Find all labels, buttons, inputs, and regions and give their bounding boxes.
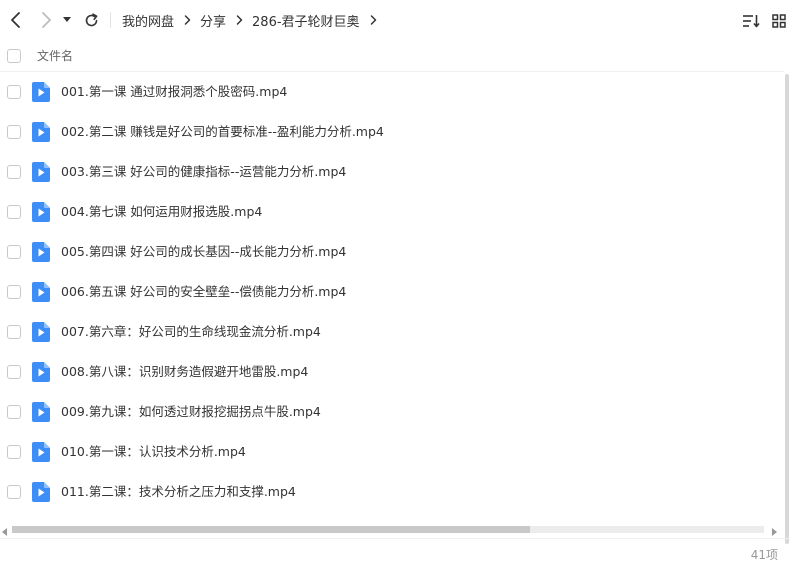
refresh-button[interactable]	[81, 10, 101, 30]
breadcrumb-expand-icon[interactable]	[370, 15, 377, 25]
file-name[interactable]: 011.第二课：技术分析之压力和支撑.mp4	[61, 472, 296, 512]
chevron-left-icon	[11, 12, 20, 28]
video-file-icon	[32, 322, 50, 342]
file-row[interactable]: 003.第三课 好公司的健康指标--运营能力分析.mp4	[0, 152, 784, 192]
video-file-icon	[32, 282, 50, 302]
file-name[interactable]: 008.第八课：识别财务造假避开地雷股.mp4	[61, 352, 308, 392]
horizontal-scrollbar[interactable]	[0, 522, 784, 536]
chevron-right-icon	[42, 12, 51, 28]
file-checkbox[interactable]	[7, 165, 21, 179]
file-checkbox[interactable]	[7, 205, 21, 219]
file-row[interactable]: 010.第一课：认识技术分析.mp4	[0, 432, 784, 472]
file-name[interactable]: 006.第五课 好公司的安全壁垒--偿债能力分析.mp4	[61, 272, 346, 312]
breadcrumb-item-current[interactable]: 286-君子轮财巨奥	[252, 11, 360, 30]
toolbar: 我的网盘 分享 286-君子轮财巨奥	[0, 0, 790, 40]
item-count: 41项	[750, 548, 778, 562]
grid-view-icon	[772, 14, 786, 28]
scroll-right-arrow-icon[interactable]	[770, 525, 778, 536]
video-file-icon	[32, 242, 50, 262]
file-checkbox[interactable]	[7, 325, 21, 339]
file-row[interactable]: 011.第二课：技术分析之压力和支撑.mp4	[0, 472, 784, 512]
video-file-icon	[32, 162, 50, 182]
file-checkbox[interactable]	[7, 365, 21, 379]
history-dropdown-button[interactable]	[60, 10, 74, 30]
video-file-icon	[32, 362, 50, 382]
sort-list-icon	[743, 15, 760, 28]
vertical-scrollbar-thumb[interactable]	[785, 74, 789, 544]
file-checkbox[interactable]	[7, 85, 21, 99]
status-bar: 41项	[0, 538, 790, 566]
file-checkbox[interactable]	[7, 125, 21, 139]
horizontal-scrollbar-track[interactable]	[12, 526, 764, 533]
file-name[interactable]: 001.第一课 通过财报洞悉个股密码.mp4	[61, 72, 287, 112]
file-row[interactable]: 002.第二课 赚钱是好公司的首要标准--盈利能力分析.mp4	[0, 112, 784, 152]
file-name[interactable]: 009.第九课：如何透过财报挖掘拐点牛股.mp4	[61, 392, 321, 432]
file-row[interactable]: 009.第九课：如何透过财报挖掘拐点牛股.mp4	[0, 392, 784, 432]
file-checkbox[interactable]	[7, 245, 21, 259]
file-row[interactable]: 005.第四课 好公司的成长基因--成长能力分析.mp4	[0, 232, 784, 272]
file-name[interactable]: 010.第一课：认识技术分析.mp4	[61, 432, 246, 472]
caret-down-icon	[63, 17, 71, 22]
file-row[interactable]: 008.第八课：识别财务造假避开地雷股.mp4	[0, 352, 784, 392]
toolbar-divider	[110, 12, 111, 28]
breadcrumb-separator-icon	[236, 15, 243, 25]
column-header-name[interactable]: 文件名	[37, 40, 73, 72]
breadcrumb-item-root[interactable]: 我的网盘	[122, 11, 174, 30]
file-row[interactable]: 001.第一课 通过财报洞悉个股密码.mp4	[0, 72, 784, 112]
file-name[interactable]: 005.第四课 好公司的成长基因--成长能力分析.mp4	[61, 232, 346, 272]
file-checkbox[interactable]	[7, 485, 21, 499]
breadcrumb: 我的网盘 分享 286-君子轮财巨奥	[122, 0, 386, 40]
video-file-icon	[32, 482, 50, 502]
file-checkbox[interactable]	[7, 405, 21, 419]
breadcrumb-item-share[interactable]: 分享	[200, 11, 226, 30]
file-checkbox[interactable]	[7, 445, 21, 459]
file-name[interactable]: 004.第七课 如何运用财报选股.mp4	[61, 192, 262, 232]
file-name[interactable]: 002.第二课 赚钱是好公司的首要标准--盈利能力分析.mp4	[61, 112, 384, 152]
vertical-scrollbar[interactable]	[784, 40, 790, 544]
horizontal-scrollbar-thumb[interactable]	[12, 526, 530, 533]
forward-button[interactable]	[36, 10, 56, 30]
sort-button[interactable]	[742, 12, 760, 30]
video-file-icon	[32, 82, 50, 102]
refresh-icon	[85, 12, 97, 26]
file-name[interactable]: 007.第六章：好公司的生命线现金流分析.mp4	[61, 312, 321, 352]
file-row[interactable]: 004.第七课 如何运用财报选股.mp4	[0, 192, 784, 232]
file-list: 001.第一课 通过财报洞悉个股密码.mp4 002.第二课 赚钱是好公司的首要标…	[0, 72, 784, 512]
video-file-icon	[32, 402, 50, 422]
grid-view-button[interactable]	[770, 12, 788, 30]
file-row[interactable]: 006.第五课 好公司的安全壁垒--偿债能力分析.mp4	[0, 272, 784, 312]
scroll-left-arrow-icon[interactable]	[1, 525, 9, 536]
file-row[interactable]: 007.第六章：好公司的生命线现金流分析.mp4	[0, 312, 784, 352]
back-button[interactable]	[6, 10, 26, 30]
file-name[interactable]: 003.第三课 好公司的健康指标--运营能力分析.mp4	[61, 152, 346, 192]
breadcrumb-separator-icon	[184, 15, 191, 25]
video-file-icon	[32, 122, 50, 142]
file-checkbox[interactable]	[7, 285, 21, 299]
video-file-icon	[32, 202, 50, 222]
select-all-checkbox[interactable]	[7, 49, 21, 63]
list-header: 文件名	[0, 40, 790, 72]
video-file-icon	[32, 442, 50, 462]
